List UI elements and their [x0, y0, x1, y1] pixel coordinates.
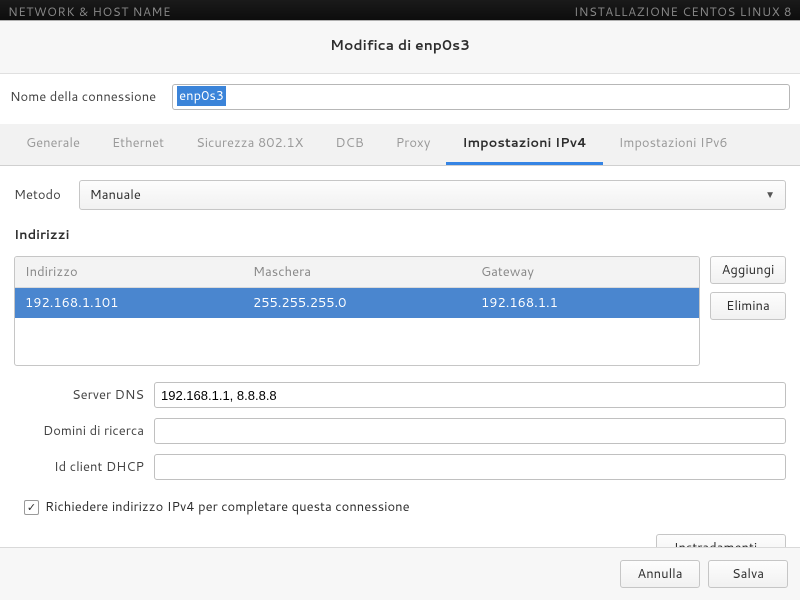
dns-input[interactable]: [154, 382, 786, 408]
tab-impostazioni-ipv4[interactable]: Impostazioni IPv4: [446, 124, 602, 165]
method-label: Metodo: [14, 186, 61, 204]
edit-connection-dialog: Modifica di enp0s3 Nome della connession…: [0, 20, 800, 600]
tab-dcb[interactable]: DCB: [319, 124, 379, 165]
backdrop-left: NETWORK & HOST NAME: [8, 3, 171, 21]
extra-fields: Server DNS Domini di ricerca Id client D…: [14, 382, 786, 480]
addresses-table[interactable]: Indirizzo Maschera Gateway 192.168.1.101…: [14, 256, 700, 366]
require-ipv4-checkbox[interactable]: ✓: [24, 500, 39, 515]
connection-name-row: Nome della connessione enp0s3: [0, 74, 800, 124]
tab-impostazioni-ipv6[interactable]: Impostazioni IPv6: [603, 124, 744, 165]
dialog-title: Modifica di enp0s3: [0, 21, 800, 74]
save-button[interactable]: Salva: [708, 560, 788, 588]
require-ipv4-row: ✓ Richiedere indirizzo IPv4 per completa…: [24, 498, 786, 516]
connection-name-label: Nome della connessione: [10, 88, 156, 106]
method-row: Metodo Manuale ▼: [14, 180, 786, 210]
routes-row: Instradamenti…: [14, 534, 786, 547]
col-gateway: Gateway: [471, 257, 699, 287]
addresses-heading: Indirizzi: [14, 226, 786, 244]
cancel-button[interactable]: Annulla: [620, 560, 700, 588]
ipv4-tab-body: Metodo Manuale ▼ Indirizzi Indirizzo Mas…: [0, 166, 800, 547]
gateway-cell: 192.168.1.1: [471, 288, 699, 318]
addresses-header: Indirizzo Maschera Gateway: [15, 257, 699, 288]
col-address: Indirizzo: [15, 257, 243, 287]
search-domains-input[interactable]: [154, 418, 786, 444]
addresses-area: Indirizzo Maschera Gateway 192.168.1.101…: [14, 256, 786, 366]
tab-proxy[interactable]: Proxy: [380, 124, 447, 165]
dns-label: Server DNS: [14, 386, 144, 404]
add-address-button[interactable]: Aggiungi: [710, 256, 786, 284]
tab-ethernet[interactable]: Ethernet: [96, 124, 180, 165]
routes-button[interactable]: Instradamenti…: [656, 534, 786, 547]
dhcp-client-input[interactable]: [154, 454, 786, 480]
netmask-cell: 255.255.255.0: [243, 288, 471, 318]
dns-row: Server DNS: [14, 382, 786, 408]
require-ipv4-label: Richiedere indirizzo IPv4 per completare…: [45, 498, 410, 516]
settings-tabs: Generale Ethernet Sicurezza 802.1X DCB P…: [0, 124, 800, 166]
address-row[interactable]: 192.168.1.101 255.255.255.0 192.168.1.1: [15, 288, 699, 318]
method-dropdown[interactable]: Manuale ▼: [79, 180, 786, 210]
search-domains-label: Domini di ricerca: [14, 422, 144, 440]
search-domains-row: Domini di ricerca: [14, 418, 786, 444]
connection-name-input[interactable]: enp0s3: [172, 84, 790, 110]
chevron-down-icon: ▼: [765, 188, 775, 202]
delete-address-button[interactable]: Elimina: [710, 292, 786, 320]
dhcp-client-label: Id client DHCP: [14, 458, 144, 476]
dialog-button-bar: Annulla Salva: [0, 547, 800, 600]
tab-sicurezza-8021x[interactable]: Sicurezza 802.1X: [180, 124, 319, 165]
method-value: Manuale: [90, 186, 141, 204]
address-buttons: Aggiungi Elimina: [710, 256, 786, 366]
tab-generale[interactable]: Generale: [10, 124, 96, 165]
col-netmask: Maschera: [243, 257, 471, 287]
backdrop-right: INSTALLAZIONE CENTOS LINUX 8: [574, 3, 792, 21]
connection-name-value: enp0s3: [177, 86, 226, 106]
address-cell: 192.168.1.101: [15, 288, 243, 318]
dhcp-client-row: Id client DHCP: [14, 454, 786, 480]
